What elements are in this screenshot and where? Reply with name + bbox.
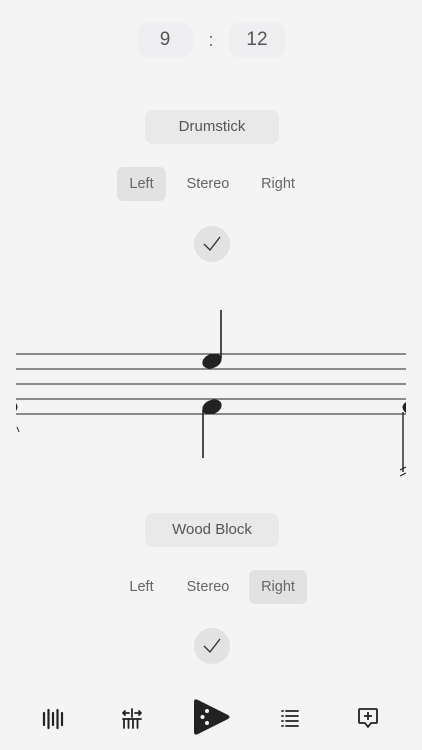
tab-list[interactable] (272, 698, 308, 734)
track1-sound-button[interactable]: Drumstick (145, 110, 279, 144)
polyrhythm-screen: 9 : 12 Drumstick Left Stereo Right Wood … (0, 0, 422, 750)
waveform-icon (42, 708, 64, 730)
track2-sound-button[interactable]: Wood Block (145, 513, 279, 547)
checkmark-icon (203, 236, 221, 252)
track2-channel-right[interactable]: Right (249, 570, 307, 604)
music-staff (16, 310, 407, 477)
checkmark-icon (203, 638, 221, 654)
quarter-note-upper (202, 310, 222, 369)
tab-add[interactable] (350, 698, 386, 734)
track2-enable-toggle[interactable] (194, 628, 230, 664)
track2-channel-stereo[interactable]: Stereo (179, 570, 237, 604)
ratio-right-value[interactable]: 12 (229, 22, 285, 58)
quarter-note-lower (202, 399, 222, 458)
ratio-left-value[interactable]: 9 (137, 22, 193, 58)
play-icon (194, 699, 230, 735)
track1-channel-stereo[interactable]: Stereo (179, 167, 237, 201)
partial-note-right (399, 402, 407, 477)
partial-note-left (16, 403, 20, 433)
polyrhythm-icon (122, 708, 142, 729)
add-icon (358, 708, 378, 728)
track1-channel-left[interactable]: Left (117, 167, 166, 201)
tab-polyrhythm[interactable] (114, 698, 150, 734)
tab-sounds[interactable] (36, 698, 72, 734)
ratio-separator: : (208, 30, 214, 50)
track2-channel-left[interactable]: Left (117, 570, 166, 604)
track1-enable-toggle[interactable] (194, 226, 230, 262)
track1-channel-right[interactable]: Right (249, 167, 307, 201)
tab-play[interactable] (190, 696, 232, 738)
list-icon (281, 710, 299, 727)
bottom-tab-bar (0, 690, 422, 750)
